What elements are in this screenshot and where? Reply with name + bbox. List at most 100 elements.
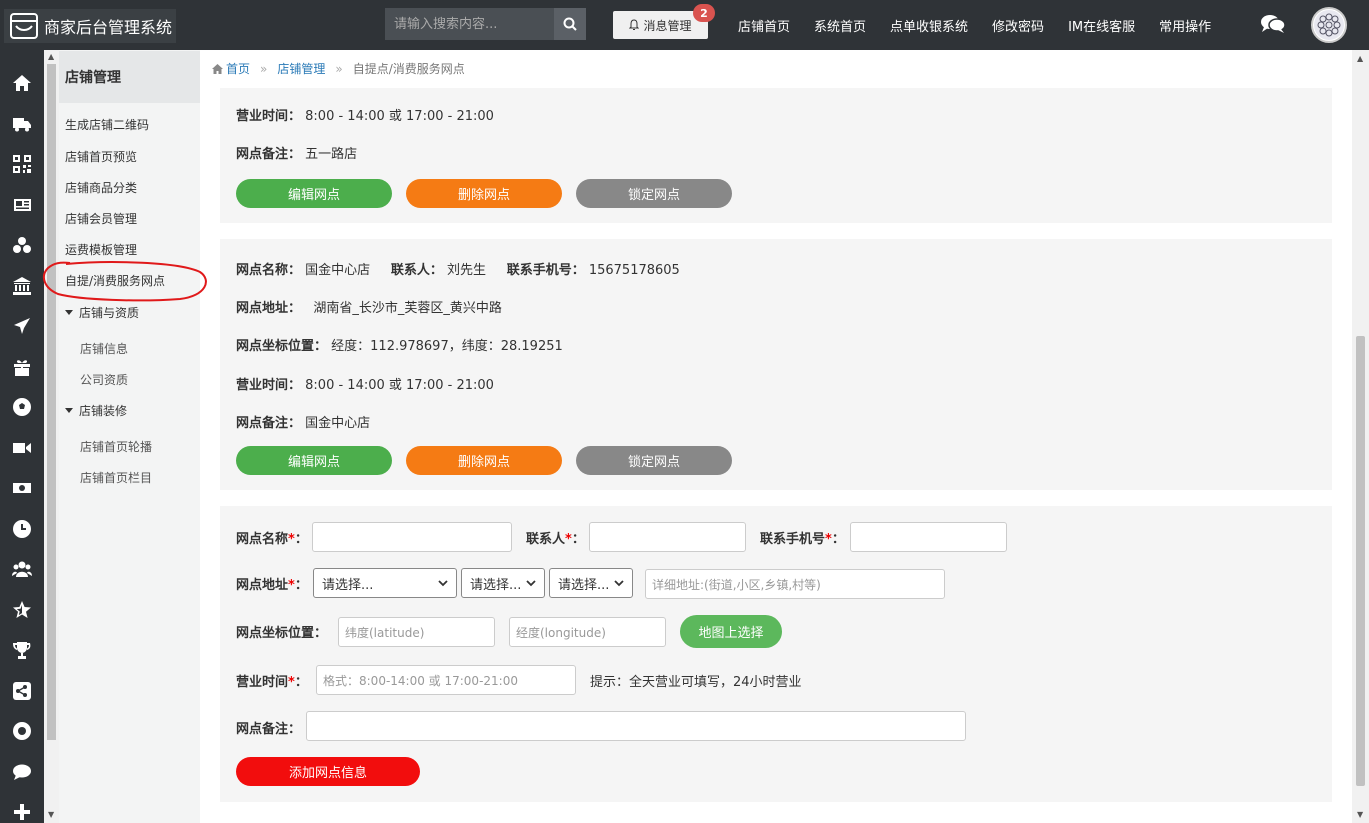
trophy-icon: [13, 642, 31, 660]
rail-scroll-up-icon[interactable]: ▲: [48, 52, 54, 61]
hours-input[interactable]: 格式：8:00-14:00 或 17:00-21:00: [316, 665, 576, 695]
map-select-button[interactable]: 地图上选择: [680, 615, 782, 648]
caret-down-icon: [65, 310, 73, 315]
store-remark-row: 网点备注： 国金中心店: [236, 412, 370, 431]
submenu-item-shipping[interactable]: 运费模板管理: [65, 241, 137, 258]
breadcrumb-home[interactable]: 首页: [226, 60, 250, 77]
rail-qrcode[interactable]: [0, 144, 44, 185]
breadcrumb-section[interactable]: 店铺管理: [277, 60, 325, 77]
scroll-up-icon[interactable]: ▲: [1357, 54, 1363, 63]
rail-trophy[interactable]: [0, 630, 44, 671]
delete-point-button[interactable]: 删除网点: [406, 179, 562, 208]
coords-value: 经度：112.978697，纬度：28.19251: [331, 339, 563, 354]
remark-input[interactable]: [306, 711, 966, 741]
scroll-down-icon[interactable]: ▼: [1357, 810, 1363, 819]
qrcode-icon: [13, 155, 31, 174]
rail-star[interactable]: [0, 590, 44, 631]
search-input[interactable]: [385, 8, 554, 40]
rail-money[interactable]: [0, 468, 44, 509]
newspaper-icon: [14, 198, 31, 211]
page-scroll-thumb[interactable]: [1356, 336, 1365, 786]
rail-users[interactable]: [0, 549, 44, 590]
store-hours-row: 营业时间： 8:00 - 14:00 或 17:00 - 21:00: [236, 374, 494, 393]
city-select[interactable]: 请选择...: [461, 568, 545, 598]
edit-point-button[interactable]: 编辑网点: [236, 446, 392, 475]
submenu-group-label: 店铺装修: [79, 404, 128, 418]
money-icon: [13, 483, 31, 494]
rail-comment[interactable]: [0, 752, 44, 793]
district-select[interactable]: 请选择...: [549, 568, 633, 598]
rail-plus[interactable]: [0, 792, 44, 823]
submenu-item-carousel[interactable]: 店铺首页轮播: [80, 438, 152, 455]
submenu-item-store-info[interactable]: 店铺信息: [80, 340, 128, 357]
submenu-item-company-qualification[interactable]: 公司资质: [80, 371, 128, 388]
lock-point-button[interactable]: 锁定网点: [576, 179, 732, 208]
nav-store-home[interactable]: 店铺首页: [726, 16, 802, 35]
remark-label: 网点备注：: [236, 147, 302, 162]
rail-share[interactable]: [0, 671, 44, 712]
chevron-down-icon: [614, 579, 624, 586]
submenu-group-decoration[interactable]: 店铺装修: [65, 402, 127, 419]
top-bar: 商家后台管理系统 消息管理 2 店铺首页 系统首页 点单收银系统 修改密码 IM…: [0, 0, 1369, 50]
rail-truck[interactable]: [0, 104, 44, 145]
nav-system-home[interactable]: 系统首页: [802, 16, 878, 35]
store-card: 网点名称： 国金中心店 联系人： 刘先生 联系手机号： 15675178605 …: [220, 239, 1332, 490]
app-logo[interactable]: 商家后台管理系统: [4, 9, 176, 43]
submenu-item-category[interactable]: 店铺商品分类: [65, 179, 137, 196]
form-name-label: 网点名称*：: [236, 532, 308, 547]
coords-label: 网点坐标位置：: [236, 339, 328, 354]
nav-im-service[interactable]: IM在线客服: [1056, 16, 1147, 35]
rail-soccer[interactable]: [0, 387, 44, 428]
remark-value: 国金中心店: [305, 416, 371, 431]
longitude-input[interactable]: 经度(longitude): [509, 617, 666, 647]
gift-icon: [14, 360, 30, 376]
rail-cubes[interactable]: [0, 225, 44, 266]
latitude-input[interactable]: 纬度(latitude): [338, 617, 495, 647]
store-name-row: 网点名称： 国金中心店 联系人： 刘先生 联系手机号： 15675178605: [236, 259, 680, 278]
submenu-item-columns[interactable]: 店铺首页栏目: [80, 469, 152, 486]
submenu-item-pickup-points[interactable]: 自提/消费服务网点: [65, 272, 165, 289]
rail-video[interactable]: [0, 428, 44, 469]
avatar[interactable]: [1311, 7, 1347, 43]
submenu-panel: 店铺管理 生成店铺二维码 店铺首页预览 店铺商品分类 店铺会员管理 运费模板管理…: [59, 50, 200, 823]
nav-pos-system[interactable]: 点单收银系统: [878, 16, 980, 35]
soccer-icon: [13, 398, 31, 417]
message-count-badge: 2: [693, 4, 715, 22]
rail-gift[interactable]: [0, 347, 44, 388]
submenu-item-preview[interactable]: 店铺首页预览: [65, 148, 137, 165]
add-point-button[interactable]: 添加网点信息: [236, 757, 420, 786]
rail-clock[interactable]: [0, 509, 44, 550]
submenu-group-store-qualification[interactable]: 店铺与资质: [65, 304, 139, 321]
nav-common-actions[interactable]: 常用操作: [1147, 16, 1223, 35]
search-icon: [563, 17, 577, 31]
province-select[interactable]: 请选择...: [313, 568, 457, 598]
plane-icon: [14, 318, 30, 335]
page-scrollbar[interactable]: ▲ ▼: [1352, 50, 1369, 823]
lock-point-button[interactable]: 锁定网点: [576, 446, 732, 475]
nav-change-password[interactable]: 修改密码: [980, 16, 1056, 35]
share-icon: [13, 681, 31, 700]
delete-point-button[interactable]: 删除网点: [406, 446, 562, 475]
rail-home[interactable]: [0, 63, 44, 104]
rail-scrollbar[interactable]: ▲ ▼: [44, 50, 59, 823]
point-name-input[interactable]: [312, 522, 512, 552]
search-button[interactable]: [554, 8, 586, 40]
contact-input[interactable]: [589, 522, 746, 552]
phone-input[interactable]: [850, 522, 1007, 552]
rail-scroll-down-icon[interactable]: ▼: [48, 810, 54, 819]
rail-plane[interactable]: [0, 306, 44, 347]
submenu-item-qrcode[interactable]: 生成店铺二维码: [65, 116, 149, 133]
submenu-item-members[interactable]: 店铺会员管理: [65, 210, 137, 227]
edit-point-button[interactable]: 编辑网点: [236, 179, 392, 208]
rail-bank[interactable]: [0, 266, 44, 307]
comments-icon[interactable]: [1260, 13, 1286, 35]
rail-news[interactable]: [0, 185, 44, 226]
rail-scroll-thumb[interactable]: [47, 64, 56, 740]
form-hours-label: 营业时间*：: [236, 675, 308, 690]
hours-label: 营业时间：: [236, 378, 302, 393]
comment-icon: [13, 764, 31, 780]
detail-address-input[interactable]: 详细地址:(街道,小区,乡镇,村等): [645, 569, 945, 599]
rail-lifering[interactable]: [0, 711, 44, 752]
breadcrumb-separator: »: [260, 61, 268, 76]
star-icon: [13, 600, 31, 618]
